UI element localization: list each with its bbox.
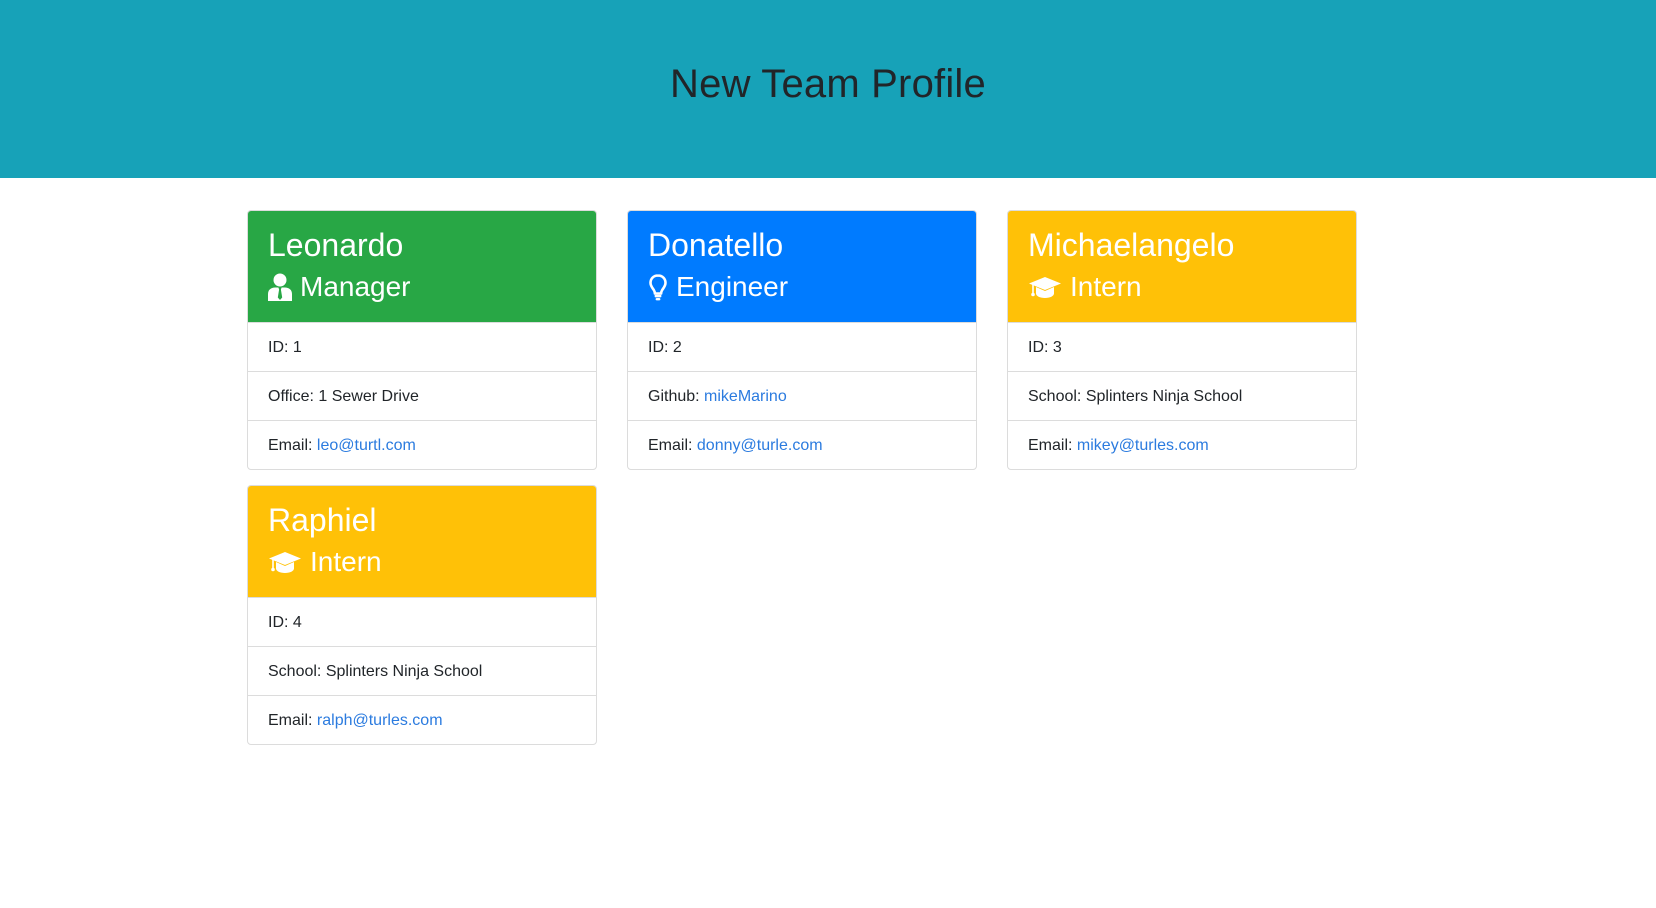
employee-details-list: ID: 4 School: Splinters Ninja School Ema… xyxy=(248,597,596,744)
card-header: Leonardo Manager xyxy=(248,211,596,322)
employee-details-list: ID: 3 School: Splinters Ninja School Ema… xyxy=(1008,322,1356,469)
github-link[interactable]: mikeMarino xyxy=(704,388,787,405)
employee-id: ID: 1 xyxy=(248,322,596,371)
lightbulb-icon xyxy=(648,273,668,301)
employee-role: Intern xyxy=(1028,269,1336,305)
page-title: New Team Profile xyxy=(670,61,986,106)
employee-school: School: Splinters Ninja School xyxy=(248,646,596,695)
email-link[interactable]: donny@turle.com xyxy=(697,437,823,454)
office-number: 1 Sewer Drive xyxy=(318,388,419,405)
page-banner: New Team Profile xyxy=(0,0,1656,178)
employee-details-list: ID: 1 Office: 1 Sewer Drive Email: leo@t… xyxy=(248,322,596,469)
employee-name: Donatello xyxy=(648,227,784,263)
employee-email: Email: leo@turtl.com xyxy=(248,420,596,469)
employee-office: Office: 1 Sewer Drive xyxy=(248,371,596,420)
employee-github: Github: mikeMarino xyxy=(628,371,976,420)
employee-role-label: Intern xyxy=(310,546,382,577)
employee-card-michaelangelo: Michaelangelo Intern ID: 3 School: Splin… xyxy=(1007,210,1357,470)
employee-role: Intern xyxy=(268,544,576,580)
card-header: Donatello Engineer xyxy=(628,211,976,322)
employee-name: Leonardo xyxy=(268,227,404,263)
employee-role: Manager xyxy=(268,269,576,305)
employee-email: Email: ralph@turles.com xyxy=(248,695,596,744)
email-link[interactable]: ralph@turles.com xyxy=(317,712,443,729)
employee-card-leonardo: Leonardo Manager ID: 1 Office: 1 Sewer D… xyxy=(247,210,597,470)
employee-email: Email: mikey@turles.com xyxy=(1008,420,1356,469)
email-link[interactable]: mikey@turles.com xyxy=(1077,437,1209,454)
employee-card-raphiel: Raphiel Intern ID: 4 School: Splinters N… xyxy=(247,485,597,745)
employee-card-donatello: Donatello Engineer ID: 2 Github: mikeMar… xyxy=(627,210,977,470)
employee-role-label: Manager xyxy=(300,271,411,302)
employee-role-label: Intern xyxy=(1070,271,1142,302)
employee-email: Email: donny@turle.com xyxy=(628,420,976,469)
employee-school: School: Splinters Ninja School xyxy=(1008,371,1356,420)
graduation-cap-icon xyxy=(268,550,302,574)
card-header: Michaelangelo Intern xyxy=(1008,211,1356,322)
employee-role: Engineer xyxy=(648,269,956,305)
employee-id: ID: 4 xyxy=(248,597,596,646)
employee-details-list: ID: 2 Github: mikeMarino Email: donny@tu… xyxy=(628,322,976,469)
user-tie-icon xyxy=(268,273,292,301)
email-link[interactable]: leo@turtl.com xyxy=(317,437,416,454)
card-header: Raphiel Intern xyxy=(248,486,596,597)
employee-name: Raphiel xyxy=(268,502,377,538)
employee-id: ID: 3 xyxy=(1008,322,1356,371)
employee-id: ID: 2 xyxy=(628,322,976,371)
employee-role-label: Engineer xyxy=(676,271,789,302)
school-name: Splinters Ninja School xyxy=(1085,388,1243,405)
employee-name: Michaelangelo xyxy=(1028,227,1235,263)
school-name: Splinters Ninja School xyxy=(325,663,483,680)
graduation-cap-icon xyxy=(1028,275,1062,299)
